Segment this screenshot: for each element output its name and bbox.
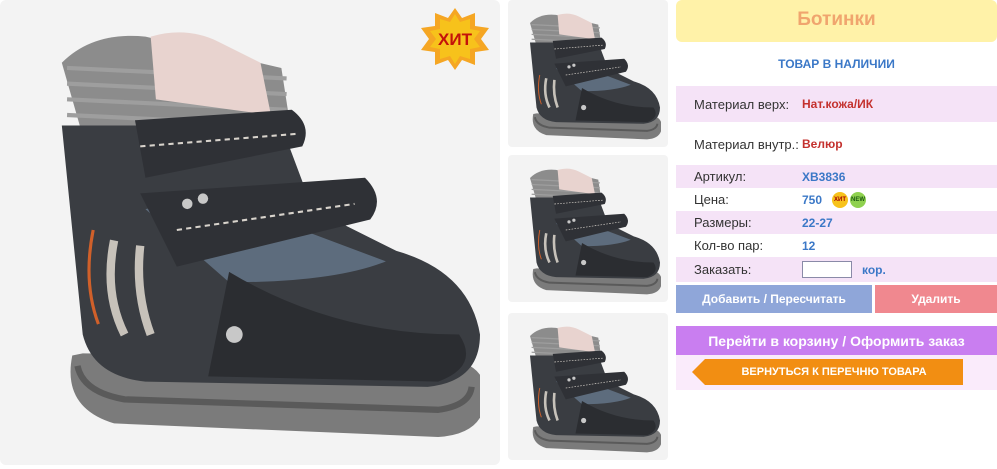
delete-button[interactable]: Удалить <box>875 285 997 313</box>
spec-value: Велюр <box>802 137 843 151</box>
spec-label: Кол-во пар: <box>694 238 764 253</box>
hit-mini-badge: ХИТ <box>832 191 849 208</box>
product-title: Ботинки <box>676 0 997 42</box>
back-to-list-button[interactable]: ВЕРНУТЬСЯ К ПЕРЕЧНЮ ТОВАРА <box>692 359 963 385</box>
spec-row-price: Цена: 750 ХИТ NEW <box>676 188 997 211</box>
thumbnail-2[interactable] <box>508 155 668 302</box>
thumbnail-3[interactable] <box>508 313 668 460</box>
spec-row-upper-material: Материал верх: Нат.кожа/ИК <box>676 86 997 122</box>
spec-value: 22-27 <box>802 215 833 230</box>
product-info-panel: Ботинки ТОВАР В НАЛИЧИИ Материал верх: Н… <box>676 0 997 390</box>
boot-thumbnail-image <box>528 12 661 140</box>
go-to-cart-button[interactable]: Перейти в корзину / Оформить заказ <box>676 326 997 355</box>
action-buttons: Добавить / Пересчитать Удалить <box>676 285 997 313</box>
boot-thumbnail-image <box>528 167 661 295</box>
spec-label: Материал внутр.: <box>694 136 799 152</box>
spec-label: Цена: <box>694 192 729 207</box>
spec-row-pairs: Кол-во пар: 12 <box>676 234 997 257</box>
spec-label: Материал верх: <box>694 96 790 112</box>
spec-value: 750 <box>802 192 823 207</box>
hit-badge: ХИТ <box>421 8 489 70</box>
order-quantity-input[interactable] <box>802 261 852 278</box>
spec-row-sizes: Размеры: 22-27 <box>676 211 997 234</box>
add-recalculate-button[interactable]: Добавить / Пересчитать <box>676 285 872 313</box>
stock-status: ТОВАР В НАЛИЧИИ <box>778 57 895 71</box>
thumbnail-1[interactable] <box>508 0 668 147</box>
spec-label: Артикул: <box>694 169 747 184</box>
boot-thumbnail-image <box>528 325 661 453</box>
order-row: Заказать: кор. <box>676 257 997 282</box>
back-area: ВЕРНУТЬСЯ К ПЕРЕЧНЮ ТОВАРА <box>676 355 997 390</box>
hit-badge-label: ХИТ <box>438 30 473 49</box>
spec-value: ХВ3836 <box>802 169 846 184</box>
spec-value: Нат.кожа/ИК <box>802 97 874 111</box>
order-label: Заказать: <box>694 262 752 277</box>
order-unit: кор. <box>862 262 886 277</box>
spec-row-inner-material: Материал внутр.: Велюр <box>676 126 997 162</box>
spec-value: 12 <box>802 238 816 253</box>
spec-label: Размеры: <box>694 215 752 230</box>
new-mini-badge: NEW <box>850 191 867 208</box>
spec-row-article: Артикул: ХВ3836 <box>676 165 997 188</box>
main-product-photo[interactable]: ХИТ <box>0 0 500 465</box>
